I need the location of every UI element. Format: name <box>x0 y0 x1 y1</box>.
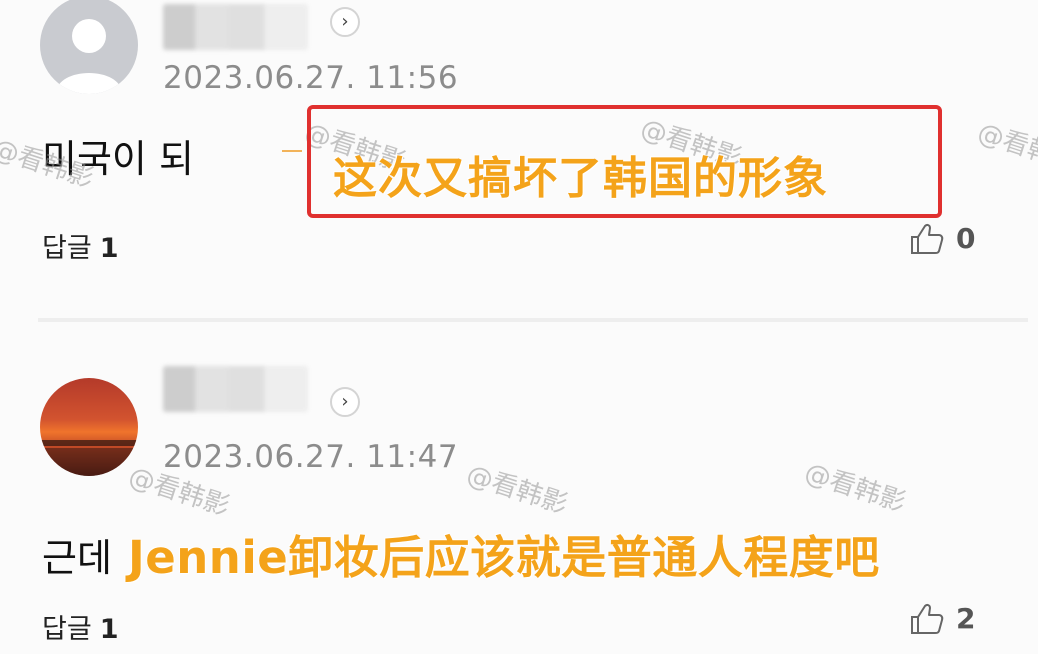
comment-text: 근데 <box>42 536 112 580</box>
like-count: 0 <box>956 222 976 255</box>
default-avatar-icon <box>56 19 122 94</box>
thumbs-up-icon <box>911 223 944 254</box>
like-count: 2 <box>956 602 976 635</box>
like-button[interactable]: 2 <box>910 602 975 635</box>
reply-button[interactable]: 답글 1 <box>42 226 118 265</box>
chevron-right-icon: › <box>341 11 349 32</box>
username-blurred <box>163 366 308 412</box>
sunset-avatar-icon <box>40 440 138 476</box>
overlay-caption: Jennie卸妆后应该就是普通人程度吧 <box>128 531 880 584</box>
comment-date: 2023.06.27. 11:47 <box>163 439 459 475</box>
reply-count: 1 <box>99 614 119 645</box>
comment-date: 2023.06.27. 11:56 <box>163 60 459 96</box>
caption-connector <box>282 150 302 152</box>
profile-chevron-button[interactable]: › <box>330 7 360 37</box>
reply-button[interactable]: 답글 1 <box>42 607 118 646</box>
user-avatar[interactable] <box>40 0 138 94</box>
reply-count: 1 <box>99 233 119 264</box>
reply-label: 답글 <box>42 233 92 264</box>
thumbs-up-icon <box>911 603 944 634</box>
profile-chevron-button[interactable]: › <box>330 387 360 417</box>
like-button[interactable]: 0 <box>910 222 975 255</box>
user-avatar[interactable] <box>40 378 138 476</box>
overlay-caption: 这次又搞坏了韩国的形象 <box>333 153 828 204</box>
chevron-right-icon: › <box>341 391 349 412</box>
username-blurred <box>163 4 308 50</box>
reply-label: 답글 <box>42 614 92 645</box>
